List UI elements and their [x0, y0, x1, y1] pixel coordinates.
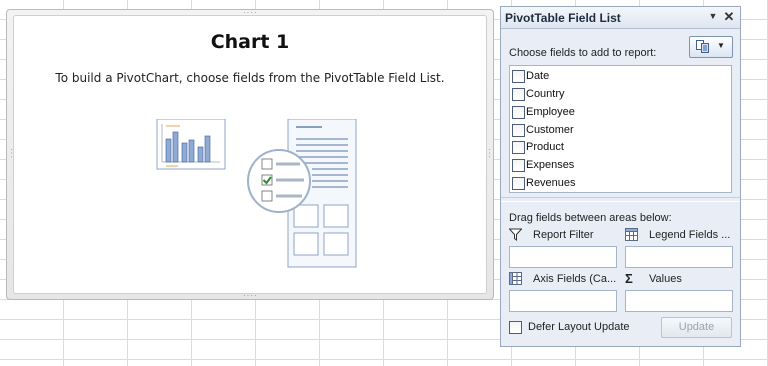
choose-fields-label: Choose fields to add to report:: [509, 47, 657, 59]
defer-layout-label: Defer Layout Update: [528, 321, 630, 333]
close-icon[interactable]: ✕: [723, 9, 735, 24]
field-label: Revenues: [526, 177, 576, 189]
field-label: Customer: [526, 124, 574, 136]
report-filter-header: Report Filter: [509, 228, 619, 242]
legend-fields-label: Legend Fields ...: [649, 229, 731, 241]
axis-grid-icon: [509, 272, 522, 285]
legend-fields-header: Legend Fields ...: [625, 228, 735, 242]
sigma-icon: Σ: [625, 271, 633, 286]
field-item-expenses[interactable]: Expenses: [512, 157, 722, 173]
funnel-icon: [509, 228, 522, 241]
field-checkbox[interactable]: [512, 70, 525, 83]
field-checkbox[interactable]: [512, 177, 525, 190]
chart-area[interactable]: ···· ···· ··· ··· Chart 1 To build a Piv…: [6, 9, 494, 300]
chart-title: Chart 1: [210, 31, 290, 53]
update-button[interactable]: Update: [661, 317, 732, 338]
field-checkbox[interactable]: [512, 124, 525, 137]
axis-fields-label: Axis Fields (Ca...: [533, 273, 617, 285]
values-dropzone[interactable]: [625, 290, 733, 312]
field-item-date[interactable]: Date: [512, 68, 722, 84]
drag-fields-label: Drag fields between areas below:: [509, 212, 672, 224]
pivotchart-illustration: [156, 119, 357, 268]
field-checkbox[interactable]: [512, 88, 525, 101]
chart-instruction-text: To build a PivotChart, choose fields fro…: [55, 71, 445, 85]
legend-fields-dropzone[interactable]: [625, 246, 733, 268]
pane-splitter[interactable]: [501, 197, 740, 202]
report-filter-dropzone[interactable]: [509, 246, 617, 268]
field-list-layout-icon: [696, 40, 709, 53]
field-list-layout-button[interactable]: ▼: [689, 36, 733, 58]
field-label: Expenses: [526, 159, 575, 171]
chart-plot-area: Chart 1 To build a PivotChart, choose fi…: [13, 15, 487, 294]
field-item-country[interactable]: Country: [512, 86, 722, 102]
pivot-field-list-pane: PivotTable Field List ▼ ✕ Choose fields …: [500, 6, 741, 347]
report-filter-label: Report Filter: [533, 229, 594, 241]
values-header: Σ Values: [625, 272, 735, 286]
field-checkbox[interactable]: [512, 141, 525, 154]
chevron-down-icon: ▼: [717, 41, 725, 50]
field-label: Country: [526, 88, 565, 100]
mini-chart-icon: [156, 119, 226, 170]
field-label: Employee: [526, 106, 575, 118]
checklist-magnifier-icon: [247, 149, 311, 213]
axis-fields-dropzone[interactable]: [509, 290, 617, 312]
field-checkbox[interactable]: [512, 106, 525, 119]
field-item-customer[interactable]: Customer: [512, 122, 722, 138]
field-item-employee[interactable]: Employee: [512, 104, 722, 120]
axis-fields-header: Axis Fields (Ca...: [509, 272, 619, 286]
field-checkbox[interactable]: [512, 159, 525, 172]
defer-layout-update-option[interactable]: Defer Layout Update: [509, 320, 649, 336]
field-label: Product: [526, 141, 564, 153]
field-item-revenues[interactable]: Revenues: [512, 175, 722, 191]
field-checklist: Date Country Employee Customer Product E…: [509, 65, 732, 193]
defer-layout-checkbox[interactable]: [509, 321, 522, 334]
pane-title: PivotTable Field List: [505, 11, 621, 25]
pane-title-bar[interactable]: PivotTable Field List ▼ ✕: [501, 7, 740, 29]
values-label: Values: [649, 273, 682, 285]
chevron-down-icon[interactable]: ▼: [707, 11, 719, 23]
field-item-product[interactable]: Product: [512, 139, 722, 155]
legend-grid-icon: [625, 228, 638, 241]
field-label: Date: [526, 70, 550, 82]
